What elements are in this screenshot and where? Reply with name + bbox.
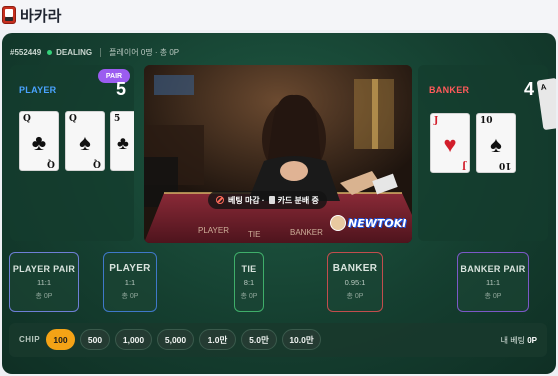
bet-banker-pair[interactable]: BANKER PAIR 11:1 총 0P: [457, 252, 529, 312]
chip-bar: CHIP 100 500 1,000 5,000 1.0만 5.0만 10.0만…: [9, 323, 547, 357]
player-label: PLAYER: [19, 85, 57, 95]
watermark: NEWTOKI: [330, 215, 406, 231]
watermark-avatar-icon: [330, 215, 346, 231]
bet-total: 총 0P: [346, 293, 364, 300]
svg-text:TIE: TIE: [248, 230, 260, 239]
bet-total: 총 0P: [35, 292, 53, 300]
bet-odds: 11:1: [36, 277, 52, 287]
player-hand-panel: PLAYER PAIR 5 Q ♣ Q Q ♠ Q 5 ♣: [10, 65, 134, 241]
chip-label: CHIP: [19, 335, 41, 344]
no-bet-icon: [216, 196, 224, 204]
caption-dealing: 카드 분배 중: [277, 195, 319, 205]
card-rank: J: [434, 116, 439, 126]
bet-odds: 11:1: [485, 277, 501, 287]
player-card-3: 5 ♣: [110, 111, 134, 171]
player-card-2: Q ♠ Q: [65, 111, 105, 171]
svg-text:PLAYER: PLAYER: [198, 226, 229, 235]
bet-total: 총 0P: [240, 292, 258, 300]
banker-label: BANKER: [429, 85, 470, 95]
card-icon: [268, 196, 275, 204]
chip-100[interactable]: 100: [46, 329, 75, 350]
banker-score: 4: [524, 79, 535, 99]
spade-suit-icon: ♠: [490, 132, 502, 157]
bet-odds: 0.95:1: [344, 278, 366, 287]
live-dealer-video: PLAYER TIE BANKER 베팅 마감 · 카드 분배 중 NEWTOK…: [144, 65, 412, 243]
caption-betting-closed: 베팅 마감 ·: [228, 195, 265, 205]
card-rank-bottom: Q: [47, 158, 55, 168]
card-rank-bottom: Q: [93, 158, 101, 168]
bet-tie[interactable]: TIE 8:1 총 0P: [234, 252, 264, 312]
top-bar: 바카라: [0, 0, 558, 30]
card-rank: Q: [69, 114, 77, 124]
club-suit-icon: ♣: [31, 130, 47, 155]
club-suit-icon: ♣: [117, 133, 129, 153]
svg-text:BANKER: BANKER: [290, 228, 323, 237]
status-dot-icon: [47, 49, 53, 55]
bet-title: BANKER: [332, 263, 378, 274]
baccarat-table: #552449 DEALING 플레이어 0명 · 총 0P PLAYER PA…: [2, 33, 556, 374]
card-rank: 10: [480, 116, 493, 126]
chip-100k[interactable]: 10.0만: [282, 329, 321, 350]
app-title: 바카라: [20, 7, 62, 25]
my-bet: 내 베팅 0P: [501, 335, 537, 346]
chip-5000[interactable]: 5,000: [157, 329, 194, 350]
card-rank-bottom: J: [461, 160, 466, 170]
table-id: #552449: [10, 47, 42, 57]
chip-500[interactable]: 500: [80, 329, 110, 350]
bet-title: PLAYER: [109, 263, 151, 274]
banker-hand-panel: BANKER 4 J ♥ J 10 ♠ 10: [418, 65, 548, 241]
bet-player[interactable]: PLAYER 1:1 총 0P: [103, 252, 157, 312]
card-rank: 5: [114, 114, 121, 124]
bet-odds: 8:1: [243, 277, 255, 287]
chip-10k[interactable]: 1.0만: [199, 329, 236, 350]
bet-banker[interactable]: BANKER 0.95:1 총 0P: [327, 252, 383, 312]
dealing-caption: 베팅 마감 · 카드 분배 중: [208, 191, 327, 209]
bet-odds: 1:1: [124, 278, 136, 287]
chip-50k[interactable]: 5.0만: [241, 329, 277, 350]
status-row: #552449 DEALING 플레이어 0명 · 총 0P: [10, 46, 179, 58]
heart-suit-icon: ♥: [443, 132, 457, 157]
bet-total: 총 0P: [121, 293, 139, 300]
bet-title: PLAYER PAIR: [12, 263, 76, 274]
player-score: 5: [116, 79, 127, 99]
banker-card-2: 10 ♠ 10: [476, 113, 516, 173]
my-bet-label: 내 베팅: [500, 336, 525, 345]
divider: [100, 47, 102, 57]
banker-card-1: J ♥ J: [430, 113, 470, 173]
chip-1000[interactable]: 1,000: [115, 329, 152, 350]
watermark-logo: NEWTOKI: [348, 216, 407, 230]
bet-total: 총 0P: [484, 292, 502, 300]
baccarat-card-icon: [2, 6, 16, 24]
game-state: DEALING: [56, 47, 93, 57]
bet-title: BANKER PAIR: [460, 263, 526, 274]
card-rank: Q: [23, 114, 31, 124]
spade-suit-icon: ♠: [79, 130, 91, 155]
card-rank-bottom: 10: [499, 160, 512, 170]
player-card-1: Q ♣ Q: [19, 111, 59, 171]
bet-player-pair[interactable]: PLAYER PAIR 11:1 총 0P: [9, 252, 79, 312]
my-bet-value: 0P: [527, 336, 537, 345]
card-rank: A: [540, 82, 547, 93]
bet-title: TIE: [241, 263, 257, 274]
players-count: 플레이어 0명 · 총 0P: [109, 47, 180, 57]
